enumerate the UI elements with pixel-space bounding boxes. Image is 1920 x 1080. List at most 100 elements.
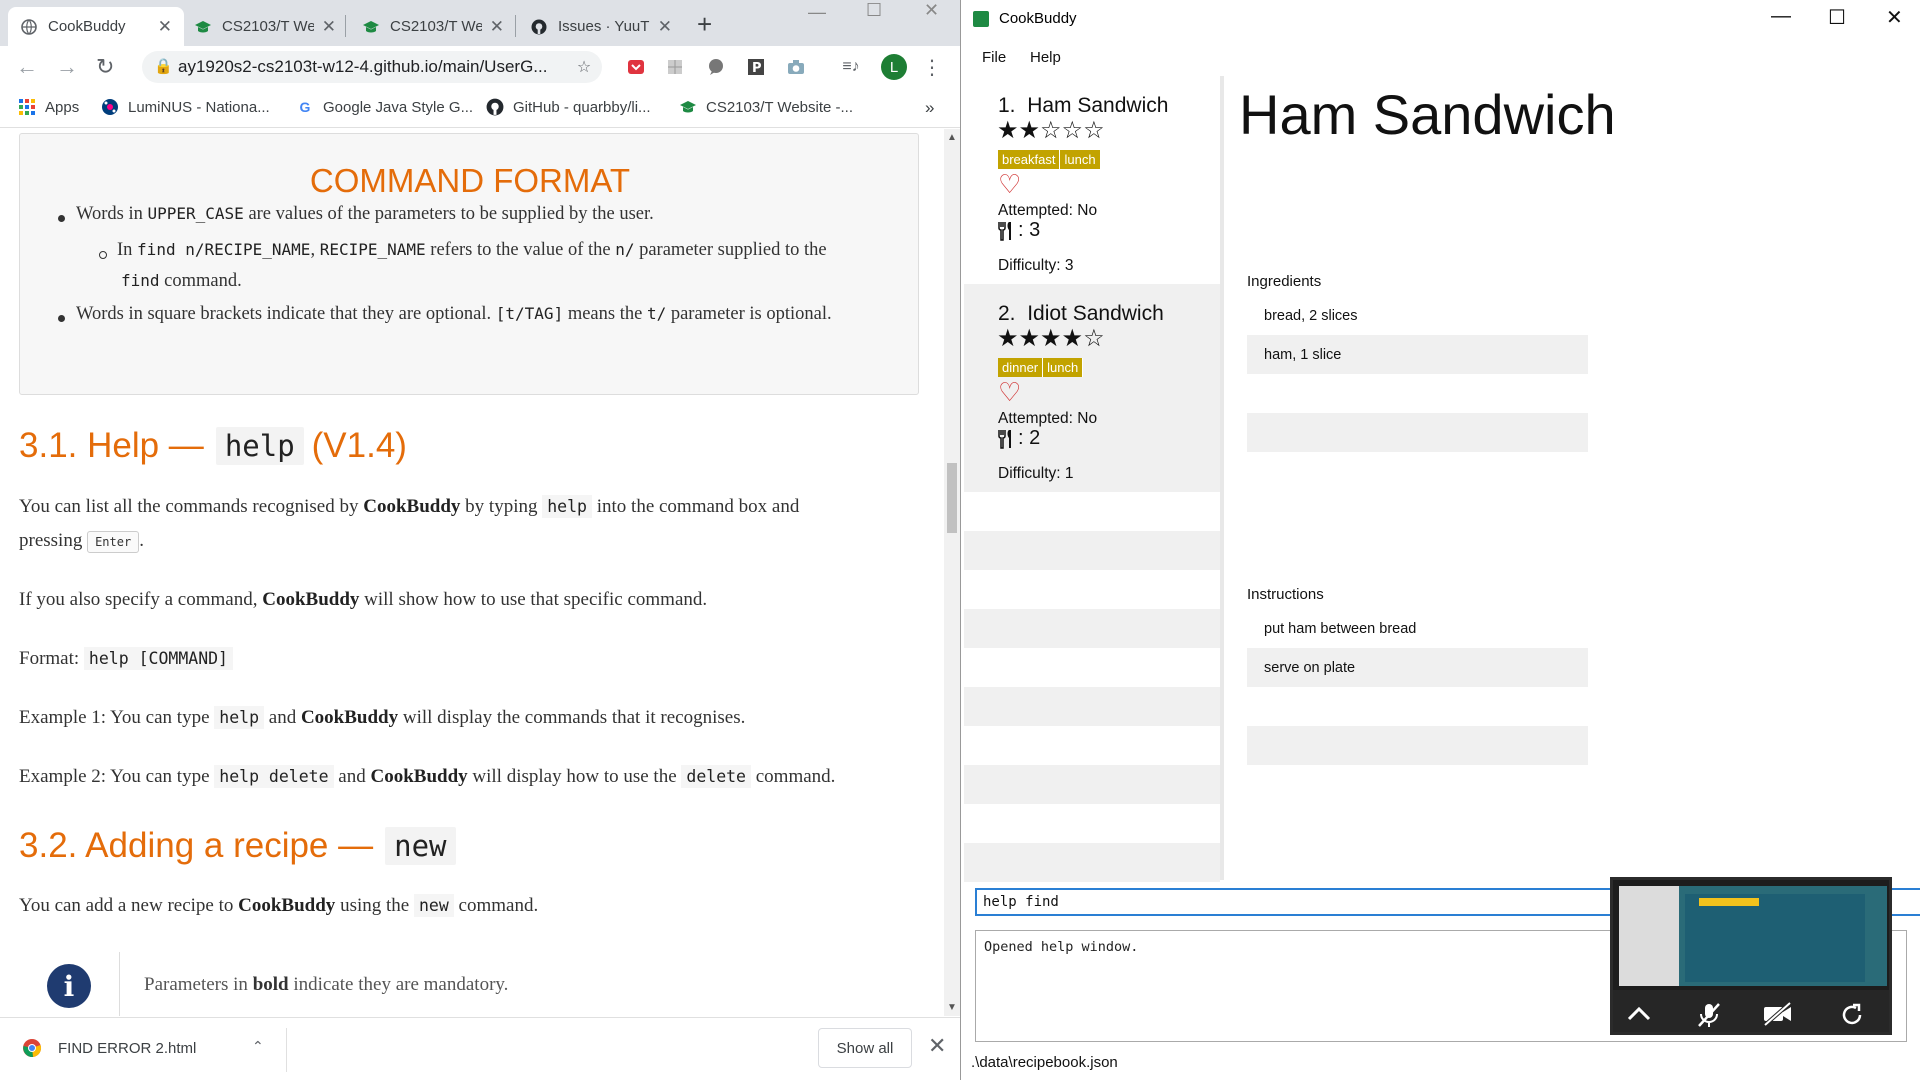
mic-muted-icon[interactable] [1697,1002,1721,1032]
help-format-line: Format: help [COMMAND] [19,647,233,670]
menu-help[interactable]: Help [1030,49,1061,66]
maximize-icon[interactable]: ☐ [1828,5,1846,30]
svg-text:P: P [752,61,762,76]
difficulty: Difficulty: 1 [998,465,1074,482]
camera-off-icon[interactable] [1763,1001,1793,1032]
callout-divider [119,952,120,1016]
servings: : 2 [998,427,1040,450]
tab-cs2103-1[interactable]: CS2103/T We ✕ [182,7,348,46]
recipe-list[interactable]: 1. Ham Sandwich ★★☆☆☆ breakfast lunch ♡ … [964,76,1224,882]
new-section-heading: 3.2. Adding a recipe — new [19,826,456,866]
rating-stars: ★★★★☆ [997,324,1105,353]
chevron-up-icon[interactable] [1627,1002,1651,1028]
instruction-item[interactable]: serve on plate [1247,648,1588,687]
shared-screen-preview [1619,886,1887,986]
empty-list-row [964,531,1220,570]
bookmark-luminus[interactable]: LumiNUS - Nationa... [101,98,270,116]
attempted-status: Attempted: No [998,202,1098,219]
instruction-item [1247,765,1588,804]
maximize-icon[interactable]: ☐ [866,0,882,21]
page-scrollbar[interactable]: ▲ ▼ [944,129,960,1016]
difficulty: Difficulty: 3 [998,257,1074,274]
tag: dinner [998,358,1044,377]
menu-file[interactable]: File [982,49,1006,66]
close-tab-icon[interactable]: ✕ [658,17,672,37]
ingredient-item[interactable]: ham, 1 slice [1247,335,1588,374]
recipe-name: 2. Idiot Sandwich [998,302,1164,325]
tab-cookbuddy[interactable]: CookBuddy ✕ [8,7,184,46]
chrome-file-icon [22,1038,42,1058]
app-icon [973,11,989,27]
scroll-up-arrow-icon[interactable]: ▲ [947,132,957,143]
apps-grid-icon [18,98,36,116]
close-downloads-icon[interactable]: ✕ [928,1033,946,1059]
empty-list-row [964,843,1220,882]
bookmark-google-java[interactable]: G Google Java Style G... [296,98,474,116]
tag: lunch [1043,358,1084,377]
scrollbar-thumb[interactable] [947,463,957,533]
tab-cs2103-2[interactable]: CS2103/T We ✕ [350,7,516,46]
divider [286,1028,287,1072]
bookmarks-overflow-button[interactable]: » [925,98,934,118]
google-icon: G [299,99,311,115]
ingredients-list[interactable]: bread, 2 slices ham, 1 slice [1247,296,1588,491]
media-controls-icon[interactable]: ≡♪ [840,56,862,78]
ingredient-item[interactable]: bread, 2 slices [1247,296,1588,335]
scroll-down-arrow-icon[interactable]: ▼ [947,1002,957,1013]
profile-avatar[interactable]: L [881,54,907,80]
bookmarks-bar: Apps LumiNUS - Nationa... G Google Java … [0,88,960,128]
download-item[interactable]: FIND ERROR 2.html [22,1038,196,1058]
servings: : 3 [998,219,1040,242]
preview-highlight [1699,898,1759,906]
chevron-up-icon[interactable]: ⌃ [252,1038,264,1055]
video-call-overlay[interactable] [1610,877,1892,1035]
fork-knife-icon [998,221,1012,241]
forward-icon[interactable]: → [56,54,78,80]
extension-grid-icon[interactable] [664,56,686,78]
bookmark-cs2103[interactable]: CS2103/T Website -... [679,98,853,116]
format-line-2: In find n/RECIPE_NAME, RECIPE_NAME refer… [117,240,827,260]
back-icon[interactable]: ← [16,54,38,80]
tab-title: Issues · YuuT [558,18,650,35]
tab-issues[interactable]: Issues · YuuT ✕ [518,7,684,46]
help-example-2: Example 2: You can type help delete and … [19,765,836,788]
new-tab-button[interactable]: + [697,9,712,40]
recipe-card[interactable]: 1. Ham Sandwich ★★☆☆☆ breakfast lunch ♡ … [964,76,1220,284]
reload-icon[interactable]: ↻ [96,54,114,80]
sub-bullet [99,251,107,259]
address-bar[interactable]: 🔒 ay1920s2-cs2103t-w12-4.github.io/main/… [142,51,602,83]
share-screen-icon[interactable] [1839,1002,1865,1032]
instruction-item [1247,687,1588,726]
extension-pocket-icon[interactable] [625,56,647,78]
extension-p-icon[interactable]: P [745,56,767,78]
browser-window: CookBuddy ✕ CS2103/T We ✕ CS2103/T We ✕ … [0,0,960,1080]
close-tab-icon[interactable]: ✕ [322,17,336,37]
bookmark-label: Apps [45,98,80,116]
close-tab-icon[interactable]: ✕ [490,17,504,37]
extension-camera-icon[interactable] [785,56,807,78]
close-tab-icon[interactable]: ✕ [158,17,172,37]
bookmark-star-icon[interactable]: ☆ [573,56,595,78]
close-window-icon[interactable]: ✕ [924,0,939,21]
empty-list-row [964,648,1220,687]
github-icon [530,18,548,36]
bookmark-apps[interactable]: Apps [18,98,79,116]
bookmark-github[interactable]: GitHub - quarbby/li... [486,98,651,116]
instructions-list[interactable]: put ham between bread serve on plate [1247,609,1588,804]
empty-list-row [964,765,1220,804]
minimize-icon[interactable]: — [1771,5,1791,28]
tab-title: CookBuddy [48,18,126,35]
close-window-icon[interactable]: ✕ [1886,5,1903,30]
menu-bar: File Help [961,38,1920,76]
bookmark-label: LumiNUS - Nationa... [128,98,270,116]
kebab-menu-icon[interactable]: ⋮ [921,56,943,79]
extension-chat-icon[interactable] [705,56,727,78]
fork-knife-icon [998,429,1012,449]
minimize-icon[interactable]: — [808,2,826,23]
instruction-item[interactable]: put ham between bread [1247,609,1588,648]
github-icon [486,98,504,116]
show-all-button[interactable]: Show all [818,1028,912,1068]
browser-toolbar: ← → ↻ 🔒 ay1920s2-cs2103t-w12-4.github.io… [0,46,960,88]
recipe-card[interactable]: 2. Idiot Sandwich ★★★★☆ dinner lunch ♡ A… [964,284,1220,492]
empty-list-row [964,687,1220,726]
